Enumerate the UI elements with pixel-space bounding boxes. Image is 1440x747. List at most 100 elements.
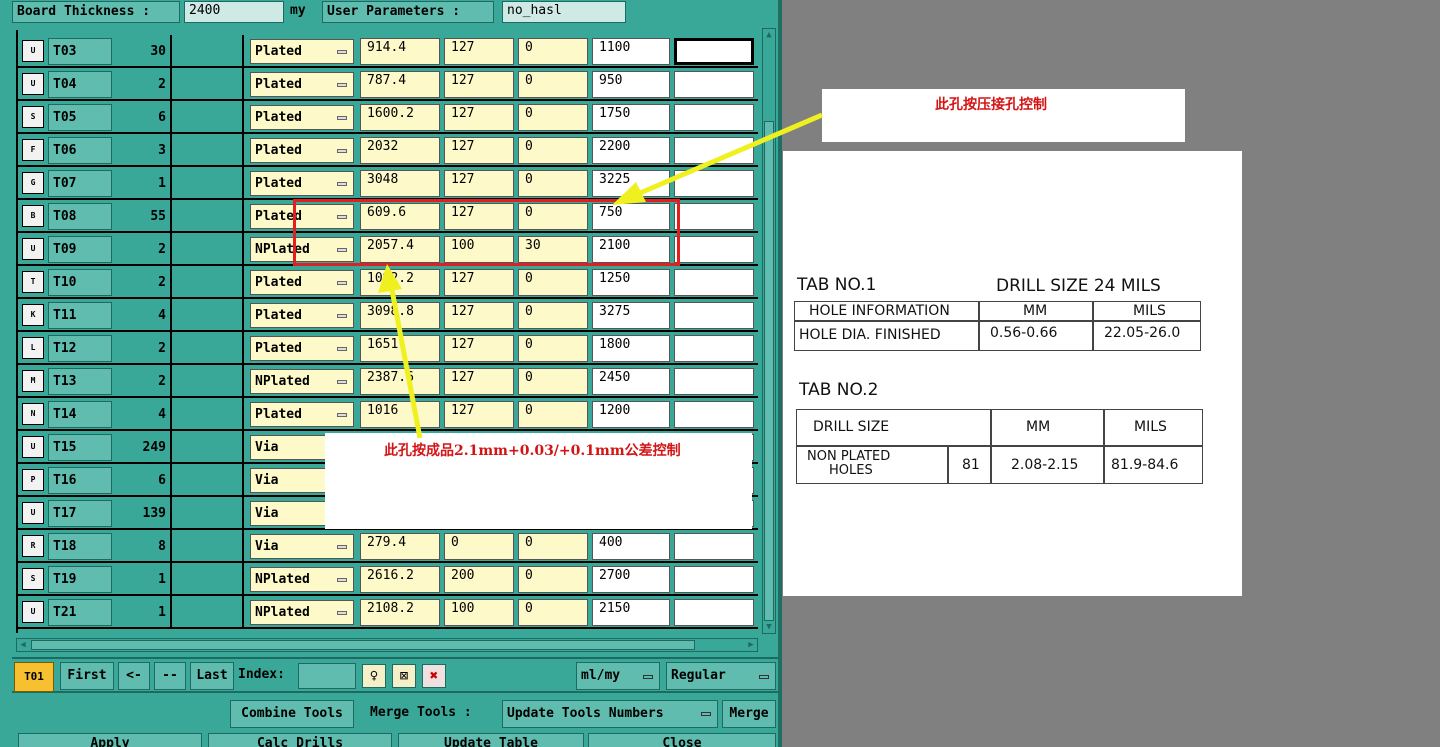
- tolerance-minus-input[interactable]: 0: [518, 38, 588, 65]
- calc-drills-button[interactable]: Calc Drills: [208, 733, 392, 747]
- combine-tools-button[interactable]: Combine Tools: [230, 700, 354, 728]
- tolerance-plus-input[interactable]: 127: [444, 170, 514, 197]
- scroll-right-icon[interactable]: ▶: [745, 639, 757, 651]
- scroll-up-icon[interactable]: ▲: [763, 29, 775, 41]
- tool-icon[interactable]: U: [22, 238, 44, 260]
- tolerance-plus-input[interactable]: 127: [444, 302, 514, 329]
- tool-icon[interactable]: G: [22, 172, 44, 194]
- tool-icon[interactable]: L: [22, 337, 44, 359]
- tolerance-minus-input[interactable]: 0: [518, 104, 588, 131]
- tool-button[interactable]: T13: [48, 368, 112, 395]
- tolerance-minus-input[interactable]: 0: [518, 335, 588, 362]
- extra-input[interactable]: [674, 203, 754, 230]
- extra-input[interactable]: [674, 170, 754, 197]
- user-parameters-input[interactable]: no_hasl: [502, 1, 626, 23]
- tool-button[interactable]: T21: [48, 599, 112, 626]
- prev-button[interactable]: <--: [118, 662, 150, 709]
- tool-icon[interactable]: U: [22, 601, 44, 623]
- drill-size-input[interactable]: 1100: [592, 38, 670, 65]
- update-tools-numbers-select[interactable]: Update Tools Numbers: [502, 700, 718, 728]
- tolerance-plus-input[interactable]: 127: [444, 269, 514, 296]
- search-icon[interactable]: ⊠: [392, 664, 416, 688]
- tool-button[interactable]: T16: [48, 467, 112, 494]
- next-button[interactable]: -->: [154, 662, 186, 709]
- apply-button[interactable]: Apply: [18, 733, 202, 747]
- tool-button[interactable]: T14: [48, 401, 112, 428]
- finish-size-input[interactable]: 2108.2: [360, 599, 440, 626]
- tool-icon[interactable]: B: [22, 205, 44, 227]
- drill-size-input[interactable]: 1250: [592, 269, 670, 296]
- tolerance-plus-input[interactable]: 127: [444, 38, 514, 65]
- tolerance-plus-input[interactable]: 0: [444, 533, 514, 560]
- hole-type-select[interactable]: NPlated: [250, 369, 354, 394]
- hole-type-select[interactable]: Plated: [250, 72, 354, 97]
- extra-input[interactable]: [674, 104, 754, 131]
- scroll-down-icon[interactable]: ▼: [763, 621, 775, 633]
- tool-button[interactable]: T03: [48, 38, 112, 65]
- drill-size-input[interactable]: 2700: [592, 566, 670, 593]
- tolerance-plus-input[interactable]: 127: [444, 368, 514, 395]
- tolerance-minus-input[interactable]: 0: [518, 302, 588, 329]
- tolerance-minus-input[interactable]: 0: [518, 599, 588, 626]
- scroll-thumb[interactable]: [764, 121, 774, 621]
- tolerance-plus-input[interactable]: 127: [444, 137, 514, 164]
- merge-button[interactable]: Merge: [722, 700, 776, 728]
- finish-size-input[interactable]: 1600.2: [360, 104, 440, 131]
- finish-size-input[interactable]: 914.4: [360, 38, 440, 65]
- tolerance-plus-input[interactable]: 127: [444, 71, 514, 98]
- board-thickness-input[interactable]: 2400: [184, 1, 284, 23]
- tool-icon[interactable]: T: [22, 271, 44, 293]
- mode-select[interactable]: Regular: [666, 662, 776, 690]
- drill-size-input[interactable]: 1200: [592, 401, 670, 428]
- tool-button[interactable]: T19: [48, 566, 112, 593]
- tool-icon[interactable]: U: [22, 502, 44, 524]
- hole-type-select[interactable]: Plated: [250, 105, 354, 130]
- finish-size-input[interactable]: 3098.8: [360, 302, 440, 329]
- units-select[interactable]: ml/my: [576, 662, 660, 690]
- first-button[interactable]: First: [60, 662, 114, 690]
- tool-icon[interactable]: K: [22, 304, 44, 326]
- tolerance-minus-input[interactable]: 0: [518, 533, 588, 560]
- hole-type-select[interactable]: Plated: [250, 336, 354, 361]
- finish-size-input[interactable]: 2032: [360, 137, 440, 164]
- extra-input[interactable]: [674, 566, 754, 593]
- drill-size-input[interactable]: 2200: [592, 137, 670, 164]
- update-table-button[interactable]: Update Table: [398, 733, 584, 747]
- extra-input[interactable]: [674, 71, 754, 98]
- tool-button[interactable]: T09: [48, 236, 112, 263]
- hole-type-select[interactable]: Plated: [250, 138, 354, 163]
- tolerance-plus-input[interactable]: 127: [444, 401, 514, 428]
- extra-input[interactable]: [674, 236, 754, 263]
- tool-icon[interactable]: P: [22, 469, 44, 491]
- drill-size-input[interactable]: 2450: [592, 368, 670, 395]
- extra-input[interactable]: [674, 599, 754, 626]
- tool-button[interactable]: T08: [48, 203, 112, 230]
- finish-size-input[interactable]: 1651: [360, 335, 440, 362]
- drill-size-input[interactable]: 3225: [592, 170, 670, 197]
- tool-icon[interactable]: F: [22, 139, 44, 161]
- hole-type-select[interactable]: Via: [250, 534, 354, 559]
- user-parameters-button[interactable]: User Parameters :: [322, 1, 494, 23]
- tool-icon[interactable]: N: [22, 403, 44, 425]
- index-input[interactable]: [298, 663, 356, 689]
- extra-input[interactable]: [674, 533, 754, 560]
- hscroll-thumb[interactable]: [31, 640, 695, 650]
- tool-icon[interactable]: S: [22, 568, 44, 590]
- hole-type-select[interactable]: Plated: [250, 270, 354, 295]
- drill-size-input[interactable]: 1750: [592, 104, 670, 131]
- tolerance-minus-input[interactable]: 0: [518, 368, 588, 395]
- tool-button[interactable]: T04: [48, 71, 112, 98]
- tolerance-plus-input[interactable]: 127: [444, 104, 514, 131]
- finish-size-input[interactable]: 279.4: [360, 533, 440, 560]
- tool-icon[interactable]: U: [22, 436, 44, 458]
- extra-input[interactable]: [674, 302, 754, 329]
- tool-icon[interactable]: U: [22, 40, 44, 62]
- drill-size-input[interactable]: 400: [592, 533, 670, 560]
- bulb-icon[interactable]: ♀: [362, 664, 386, 688]
- extra-input[interactable]: [674, 368, 754, 395]
- finish-size-input[interactable]: 2616.2: [360, 566, 440, 593]
- tolerance-minus-input[interactable]: 0: [518, 566, 588, 593]
- extra-input[interactable]: [674, 335, 754, 362]
- finish-size-input[interactable]: 2387.6: [360, 368, 440, 395]
- hole-type-select[interactable]: Plated: [250, 39, 354, 64]
